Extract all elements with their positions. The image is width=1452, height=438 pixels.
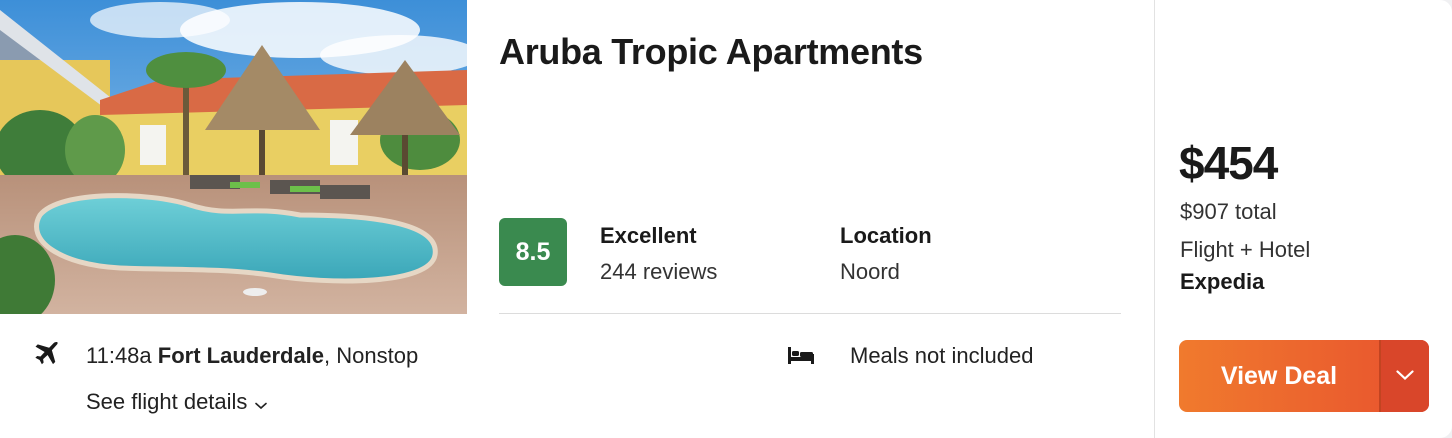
more-deals-dropdown-button[interactable] bbox=[1381, 340, 1429, 412]
hotel-photo[interactable] bbox=[0, 0, 467, 314]
review-score-badge: 8.5 bbox=[499, 218, 567, 286]
provider-name: Expedia bbox=[1180, 269, 1265, 294]
view-deal-button[interactable]: View Deal bbox=[1179, 340, 1379, 412]
location-value: Noord bbox=[840, 259, 900, 284]
price-per-person: $454 bbox=[1179, 137, 1278, 189]
flight-origin: Fort Lauderdale bbox=[157, 343, 325, 368]
hotel-name[interactable]: Aruba Tropic Apartments bbox=[499, 31, 923, 73]
bed-icon bbox=[787, 344, 815, 366]
price-divider bbox=[1154, 0, 1155, 438]
info-divider bbox=[499, 313, 1121, 314]
package-type: Flight + Hotel bbox=[1180, 237, 1311, 262]
airplane-icon bbox=[30, 339, 60, 369]
hotel-result-card[interactable]: Aruba Tropic Apartments 8.5 Excellent 24… bbox=[0, 0, 1452, 438]
flight-time: 11:48a bbox=[86, 343, 152, 368]
view-deal-button-group: View Deal bbox=[1179, 340, 1429, 412]
chevron-down-icon bbox=[255, 390, 268, 416]
review-count[interactable]: 244 reviews bbox=[600, 259, 717, 285]
see-flight-details-toggle[interactable]: See flight details bbox=[86, 389, 268, 416]
price-total: $907 total bbox=[1180, 199, 1277, 224]
meals-info: Meals not included bbox=[850, 343, 1034, 368]
location-label: Location bbox=[840, 223, 932, 248]
flight-details-label: See flight details bbox=[86, 389, 248, 414]
chevron-down-icon bbox=[1396, 367, 1414, 385]
rating-label: Excellent bbox=[600, 223, 697, 248]
hotel-photo-image bbox=[0, 0, 467, 314]
flight-summary: 11:48a Fort Lauderdale, Nonstop bbox=[86, 343, 418, 369]
flight-stops: , Nonstop bbox=[324, 343, 419, 368]
